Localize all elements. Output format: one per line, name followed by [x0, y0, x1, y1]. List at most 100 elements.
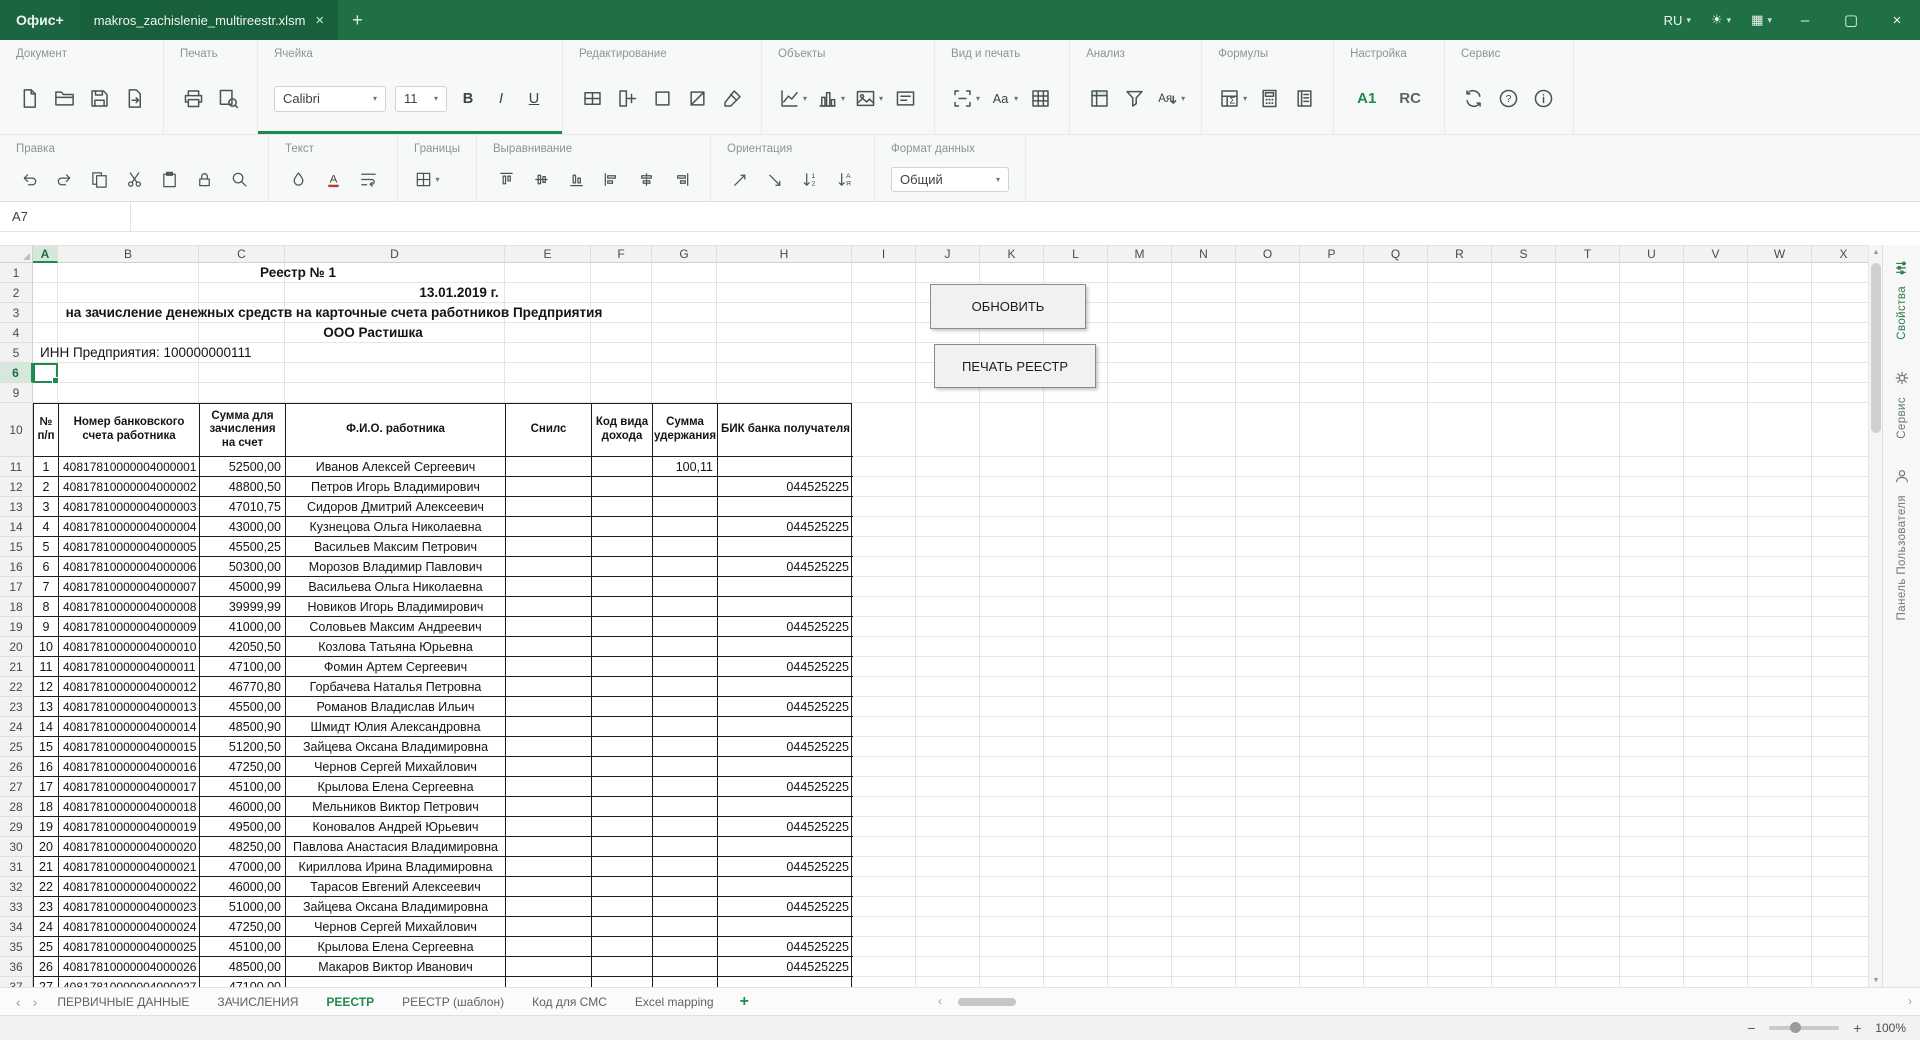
align-bottom-icon[interactable]: [563, 165, 589, 195]
zoom-out-button[interactable]: −: [1743, 1020, 1759, 1036]
cell-P25[interactable]: [1300, 737, 1364, 757]
cell-I16[interactable]: [852, 557, 916, 577]
cell-W3[interactable]: [1748, 303, 1812, 323]
table-cell[interactable]: Крылова Елена Сергеевна: [286, 937, 506, 957]
cell-M25[interactable]: [1108, 737, 1172, 757]
cell-A2[interactable]: [33, 283, 58, 303]
cell-V11[interactable]: [1684, 457, 1748, 477]
cell-X15[interactable]: [1812, 537, 1868, 557]
horizontal-scrollbar-thumb[interactable]: [958, 998, 1016, 1006]
cell-C4[interactable]: [199, 323, 285, 343]
cell-O18[interactable]: [1236, 597, 1300, 617]
cell-J31[interactable]: [916, 857, 980, 877]
table-cell[interactable]: [506, 557, 592, 577]
table-cell[interactable]: 40817810000004000003: [59, 497, 200, 517]
cell-W31[interactable]: [1748, 857, 1812, 877]
table-cell[interactable]: 40817810000004000005: [59, 537, 200, 557]
table-cell[interactable]: [653, 737, 718, 757]
cell-Q3[interactable]: [1364, 303, 1428, 323]
cell-Q32[interactable]: [1364, 877, 1428, 897]
table-cell[interactable]: 21: [34, 857, 59, 877]
table-cell[interactable]: [718, 877, 853, 897]
cell-Q18[interactable]: [1364, 597, 1428, 617]
cell-U27[interactable]: [1620, 777, 1684, 797]
image-icon[interactable]: ▾: [854, 84, 883, 114]
table-cell[interactable]: Горбачева Наталья Петровна: [286, 677, 506, 697]
cell-N10[interactable]: [1172, 403, 1236, 457]
cell-E2[interactable]: [505, 283, 591, 303]
cell-M23[interactable]: [1108, 697, 1172, 717]
cell-T23[interactable]: [1556, 697, 1620, 717]
table-cell[interactable]: 11: [34, 657, 59, 677]
cell-W30[interactable]: [1748, 837, 1812, 857]
cell-B9[interactable]: [58, 383, 199, 403]
cell-W36[interactable]: [1748, 957, 1812, 977]
table-cell[interactable]: 7: [34, 577, 59, 597]
cell-I17[interactable]: [852, 577, 916, 597]
minimize-button[interactable]: –: [1782, 0, 1828, 40]
cell-W24[interactable]: [1748, 717, 1812, 737]
column-header-V[interactable]: V: [1684, 246, 1748, 263]
cell-R21[interactable]: [1428, 657, 1492, 677]
cell-L17[interactable]: [1044, 577, 1108, 597]
cell-L29[interactable]: [1044, 817, 1108, 837]
table-cell[interactable]: 40817810000004000018: [59, 797, 200, 817]
row-header-32[interactable]: 32: [0, 877, 33, 897]
sheet-prev-icon[interactable]: ‹: [10, 994, 27, 1010]
cell-S32[interactable]: [1492, 877, 1556, 897]
side-panel-item[interactable]: Свойства: [1894, 259, 1910, 340]
zoom-slider[interactable]: [1769, 1022, 1840, 1033]
cell-U35[interactable]: [1620, 937, 1684, 957]
cell-W18[interactable]: [1748, 597, 1812, 617]
cell-L35[interactable]: [1044, 937, 1108, 957]
cell-Q37[interactable]: [1364, 977, 1428, 987]
cell-C1[interactable]: [199, 263, 285, 283]
cell-X19[interactable]: [1812, 617, 1868, 637]
column-header-I[interactable]: I: [852, 246, 916, 263]
cell-X12[interactable]: [1812, 477, 1868, 497]
cell-P11[interactable]: [1300, 457, 1364, 477]
frame-icon[interactable]: [649, 84, 675, 114]
cell-X2[interactable]: [1812, 283, 1868, 303]
table-cell[interactable]: [506, 597, 592, 617]
cell-N17[interactable]: [1172, 577, 1236, 597]
cell-J24[interactable]: [916, 717, 980, 737]
cell-T10[interactable]: [1556, 403, 1620, 457]
align-left-icon[interactable]: [598, 165, 624, 195]
cell-V9[interactable]: [1684, 383, 1748, 403]
row-header-2[interactable]: 2: [0, 283, 33, 303]
cell-X4[interactable]: [1812, 323, 1868, 343]
cell-S19[interactable]: [1492, 617, 1556, 637]
cell-B5[interactable]: [58, 343, 199, 363]
cell-O34[interactable]: [1236, 917, 1300, 937]
info-icon[interactable]: [1531, 84, 1557, 114]
cell-W26[interactable]: [1748, 757, 1812, 777]
cell-E5[interactable]: [505, 343, 591, 363]
cell-C6[interactable]: [199, 363, 285, 383]
cell-X16[interactable]: [1812, 557, 1868, 577]
table-cell[interactable]: [653, 917, 718, 937]
table-cell[interactable]: 40817810000004000009: [59, 617, 200, 637]
column-header-B[interactable]: B: [58, 246, 199, 263]
row-header-4[interactable]: 4: [0, 323, 33, 343]
cell-K20[interactable]: [980, 637, 1044, 657]
print-area-icon[interactable]: ▾: [951, 84, 980, 114]
cell-V35[interactable]: [1684, 937, 1748, 957]
cell-K23[interactable]: [980, 697, 1044, 717]
cell-O12[interactable]: [1236, 477, 1300, 497]
table-cell[interactable]: [592, 897, 653, 917]
cell-U23[interactable]: [1620, 697, 1684, 717]
cell-Q33[interactable]: [1364, 897, 1428, 917]
cell-T33[interactable]: [1556, 897, 1620, 917]
table-cell[interactable]: [506, 517, 592, 537]
cell-X31[interactable]: [1812, 857, 1868, 877]
table-cell[interactable]: 13: [34, 697, 59, 717]
cell-I3[interactable]: [852, 303, 916, 323]
cell-K24[interactable]: [980, 717, 1044, 737]
table-cell[interactable]: 47250,00: [200, 757, 286, 777]
table-cell[interactable]: 12: [34, 677, 59, 697]
cell-N34[interactable]: [1172, 917, 1236, 937]
cell-M29[interactable]: [1108, 817, 1172, 837]
document-tab[interactable]: makros_zachislenie_multireestr.xlsm ×: [79, 0, 339, 40]
cell-N13[interactable]: [1172, 497, 1236, 517]
